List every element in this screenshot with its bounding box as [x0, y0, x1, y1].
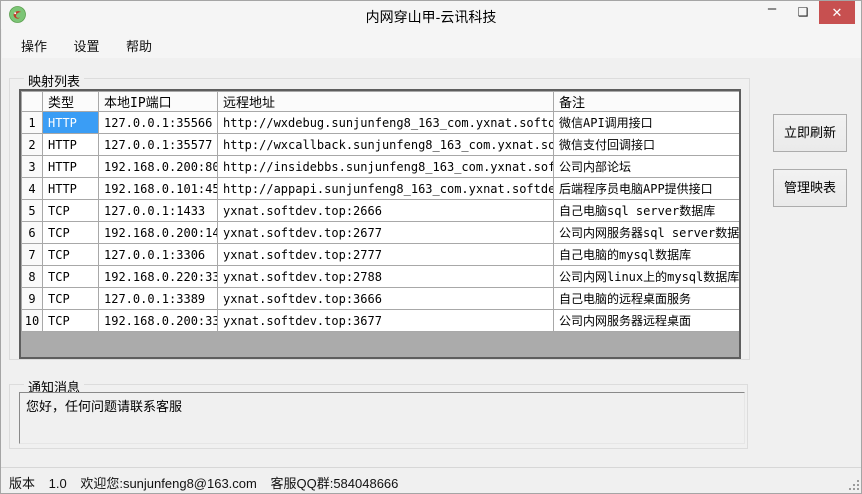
cell-remote[interactable]: yxnat.softdev.top:2677 — [218, 222, 554, 244]
cell-type[interactable]: HTTP — [43, 112, 99, 134]
row-number-cell[interactable]: 10 — [22, 310, 43, 332]
cell-type[interactable]: TCP — [43, 266, 99, 288]
cell-remote[interactable]: http://wxdebug.sunjunfeng8_163_com.yxnat… — [218, 112, 554, 134]
cell-remote[interactable]: http://wxcallback.sunjunfeng8_163_com.yx… — [218, 134, 554, 156]
cell-note[interactable]: 公司内网linux上的mysql数据库 — [554, 266, 740, 288]
cell-remote[interactable]: yxnat.softdev.top:2788 — [218, 266, 554, 288]
cell-type[interactable]: HTTP — [43, 156, 99, 178]
table-row: 5TCP127.0.0.1:1433yxnat.softdev.top:2666… — [22, 200, 740, 222]
cell-note[interactable]: 微信API调用接口 — [554, 112, 740, 134]
status-version-value: 1.0 — [49, 476, 67, 491]
column-header-type[interactable]: 类型 — [43, 92, 99, 112]
menu-item-settings[interactable]: 设置 — [62, 29, 110, 58]
cell-note[interactable]: 公司内部论坛 — [554, 156, 740, 178]
cell-local[interactable]: 192.168.0.101:45577 — [99, 178, 218, 200]
row-number-cell[interactable]: 5 — [22, 200, 43, 222]
maximize-button[interactable]: ❑ — [789, 1, 817, 24]
cell-local[interactable]: 127.0.0.1:35577 — [99, 134, 218, 156]
cell-local[interactable]: 192.168.0.200:1433 — [99, 222, 218, 244]
close-button[interactable]: ✕ — [819, 1, 855, 24]
cell-remote[interactable]: http://insidebbs.sunjunfeng8_163_com.yxn… — [218, 156, 554, 178]
table-row: 4HTTP192.168.0.101:45577http://appapi.su… — [22, 178, 740, 200]
cell-local[interactable]: 127.0.0.1:35566 — [99, 112, 218, 134]
status-qq-group: 客服QQ群:584048666 — [270, 473, 398, 492]
row-number-cell[interactable]: 6 — [22, 222, 43, 244]
status-welcome-text: 欢迎您:sunjunfeng8@163.com — [80, 473, 257, 492]
status-bar: 版本 1.0 欢迎您:sunjunfeng8@163.com 客服QQ群:584… — [1, 467, 862, 494]
resize-grip-icon[interactable] — [848, 479, 859, 490]
cell-note[interactable]: 自己电脑的远程桌面服务 — [554, 288, 740, 310]
cell-remote[interactable]: http://appapi.sunjunfeng8_163_com.yxnat.… — [218, 178, 554, 200]
cell-local[interactable]: 127.0.0.1:1433 — [99, 200, 218, 222]
app-window: 内网穿山甲-云讯科技 – ❑ ✕ 操作 设置 帮助 映射列表 类型 本地IP端口… — [0, 0, 862, 494]
cell-note[interactable]: 后端程序员电脑APP提供接口 — [554, 178, 740, 200]
column-header-note[interactable]: 备注 — [554, 92, 740, 112]
table-row: 1HTTP127.0.0.1:35566http://wxdebug.sunju… — [22, 112, 740, 134]
cell-note[interactable]: 微信支付回调接口 — [554, 134, 740, 156]
row-number-cell[interactable]: 4 — [22, 178, 43, 200]
refresh-button[interactable]: 立即刷新 — [773, 114, 847, 152]
table-header-row: 类型 本地IP端口 远程地址 备注 — [22, 92, 740, 112]
cell-type[interactable]: TCP — [43, 200, 99, 222]
row-number-cell[interactable]: 8 — [22, 266, 43, 288]
table-row: 2HTTP127.0.0.1:35577http://wxcallback.su… — [22, 134, 740, 156]
mapping-table-body: 1HTTP127.0.0.1:35566http://wxdebug.sunju… — [22, 112, 740, 332]
cell-type[interactable]: TCP — [43, 310, 99, 332]
cell-note[interactable]: 自己电脑sql server数据库 — [554, 200, 740, 222]
row-number-cell[interactable]: 2 — [22, 134, 43, 156]
window-title: 内网穿山甲-云讯科技 — [1, 7, 861, 27]
minimize-button[interactable]: – — [757, 1, 787, 24]
cell-type[interactable]: TCP — [43, 244, 99, 266]
table-row: 10TCP192.168.0.200:3389yxnat.softdev.top… — [22, 310, 740, 332]
cell-local[interactable]: 127.0.0.1:3306 — [99, 244, 218, 266]
mapping-table-container: 类型 本地IP端口 远程地址 备注 1HTTP127.0.0.1:35566ht… — [19, 89, 741, 359]
table-row: 8TCP192.168.0.220:3306yxnat.softdev.top:… — [22, 266, 740, 288]
column-header-local[interactable]: 本地IP端口 — [99, 92, 218, 112]
cell-note[interactable]: 自己电脑的mysql数据库 — [554, 244, 740, 266]
row-number-cell[interactable]: 7 — [22, 244, 43, 266]
table-row: 9TCP127.0.0.1:3389yxnat.softdev.top:3666… — [22, 288, 740, 310]
cell-type[interactable]: HTTP — [43, 178, 99, 200]
cell-remote[interactable]: yxnat.softdev.top:3677 — [218, 310, 554, 332]
notice-message: 您好，任何问题请联系客服 — [26, 400, 182, 415]
title-bar: 内网穿山甲-云讯科技 – ❑ ✕ — [1, 1, 861, 29]
column-header-rownum[interactable] — [22, 92, 43, 112]
cell-local[interactable]: 192.168.0.200:3389 — [99, 310, 218, 332]
cell-type[interactable]: HTTP — [43, 134, 99, 156]
menu-item-operation[interactable]: 操作 — [10, 29, 58, 58]
mapping-list-title: 映射列表 — [24, 71, 84, 90]
cell-remote[interactable]: yxnat.softdev.top:2777 — [218, 244, 554, 266]
menu-item-help[interactable]: 帮助 — [115, 29, 163, 58]
notice-message-box: 您好，任何问题请联系客服 — [19, 392, 745, 444]
column-header-remote[interactable]: 远程地址 — [218, 92, 554, 112]
mapping-table: 类型 本地IP端口 远程地址 备注 1HTTP127.0.0.1:35566ht… — [21, 91, 740, 332]
cell-note[interactable]: 公司内网服务器远程桌面 — [554, 310, 740, 332]
cell-local[interactable]: 192.168.0.200:80 — [99, 156, 218, 178]
manage-mapping-button[interactable]: 管理映表 — [773, 169, 847, 207]
cell-remote[interactable]: yxnat.softdev.top:3666 — [218, 288, 554, 310]
cell-remote[interactable]: yxnat.softdev.top:2666 — [218, 200, 554, 222]
cell-note[interactable]: 公司内网服务器sql server数据库 — [554, 222, 740, 244]
status-version-label: 版本 — [9, 473, 35, 492]
cell-type[interactable]: TCP — [43, 222, 99, 244]
menu-bar: 操作 设置 帮助 — [2, 29, 862, 58]
cell-local[interactable]: 192.168.0.220:3306 — [99, 266, 218, 288]
row-number-cell[interactable]: 3 — [22, 156, 43, 178]
row-number-cell[interactable]: 9 — [22, 288, 43, 310]
cell-local[interactable]: 127.0.0.1:3389 — [99, 288, 218, 310]
table-row: 3HTTP192.168.0.200:80http://insidebbs.su… — [22, 156, 740, 178]
table-row: 7TCP127.0.0.1:3306yxnat.softdev.top:2777… — [22, 244, 740, 266]
table-row: 6TCP192.168.0.200:1433yxnat.softdev.top:… — [22, 222, 740, 244]
row-number-cell[interactable]: 1 — [22, 112, 43, 134]
cell-type[interactable]: TCP — [43, 288, 99, 310]
